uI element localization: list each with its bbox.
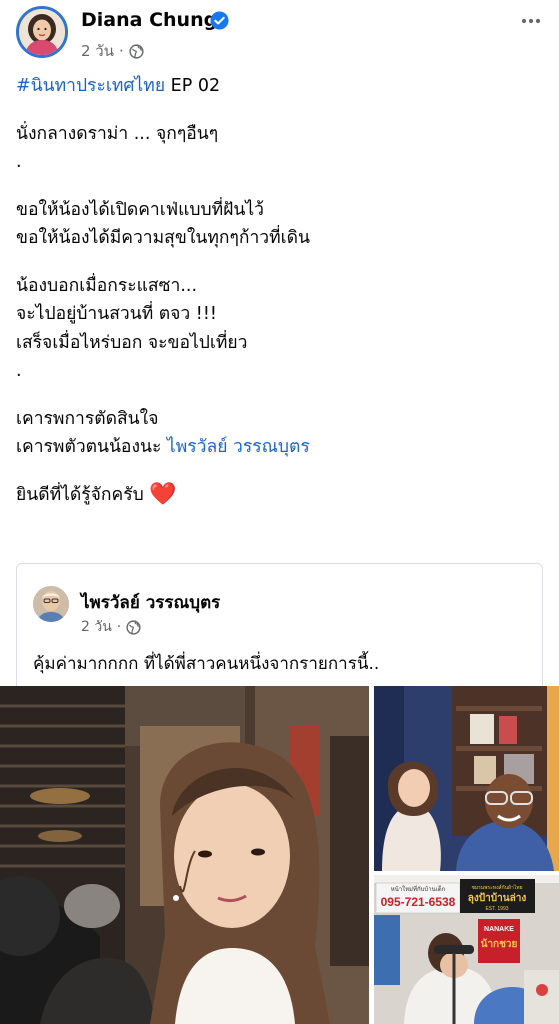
sign-nanake: NANAKE	[484, 926, 514, 933]
photo-main-selfie[interactable]	[0, 686, 369, 1024]
post-line: เสร็จเมื่อไหร่บอก จะขอไปเที่ยว	[16, 329, 546, 358]
post-text-segment: เคารพการตัดสินใจ	[16, 408, 159, 429]
post-text-segment: .	[16, 152, 22, 172]
sign-est: EST. 1993	[485, 906, 508, 912]
post-line: .	[16, 357, 546, 386]
photo-grid: หน้าใหม่ที่กับบ้านเด็ก 095-721-6538 ชมรม…	[0, 686, 559, 1024]
post-meta: 2 วัน ·	[81, 39, 144, 63]
post-line: #นินทาประเทศไทย EP 02	[16, 72, 546, 101]
post-text-segment: .	[16, 361, 22, 381]
post-text-segment: ยินดีที่ได้รู้จักครับ	[16, 484, 150, 505]
post-header: Diana Chung 2 วัน ·	[0, 0, 559, 66]
post-text-segment: ขอให้น้องได้เปิดคาเฟ่แบบที่ฝันไว้	[16, 199, 264, 220]
photo-duo-studio[interactable]	[374, 686, 559, 871]
post-text-segment: น้องบอกเมื่อกระแสซา...	[16, 275, 198, 296]
more-options-icon[interactable]	[520, 10, 542, 32]
post-text-segment: EP 02	[165, 76, 221, 96]
shared-post-meta: 2 วัน ·	[81, 616, 141, 638]
post-line: นั่งกลางดราม่า ... จุกๆอืนๆ	[16, 120, 546, 149]
post-text-segment: เคารพตัวตนน้องนะ	[16, 437, 167, 457]
post-time[interactable]: 2 วัน	[81, 39, 114, 63]
hashtag-link[interactable]: #นินทาประเทศไทย	[16, 76, 165, 96]
post-line: น้องบอกเมื่อกระแสซา...	[16, 272, 546, 301]
post-body: #นินทาประเทศไทย EP 02 นั่งกลางดราม่า ... …	[16, 72, 546, 509]
post-line: ยินดีที่ได้รู้จักครับ ❤️	[16, 481, 546, 510]
shared-post-time[interactable]: 2 วัน	[81, 616, 112, 638]
post-line: เคารพการตัดสินใจ	[16, 405, 546, 434]
meta-separator: ·	[119, 42, 124, 60]
post-line: .	[16, 148, 546, 177]
post-text-segment: นั่งกลางดราม่า ... จุกๆอืนๆ	[16, 123, 219, 144]
mention-link[interactable]: ไพรวัลย์ วรรณบุตร	[167, 437, 310, 457]
shared-author-avatar[interactable]	[33, 586, 69, 622]
shared-author-name[interactable]: ไพรวัลย์ วรรณบุตร	[81, 589, 220, 616]
svg-text:ชมรมพระหงส์กันผ้าไทย: ชมรมพระหงส์กันผ้าไทย	[471, 884, 522, 891]
globe-icon	[126, 619, 141, 635]
heart-emoji-icon: ❤️	[149, 481, 177, 507]
shared-post-card[interactable]: ไพรวัลย์ วรรณบุตร 2 วัน · คุ้มค่ามากกกก …	[16, 563, 543, 691]
post-line: จะไปอยู่บ้านสวนที่ ตจว !!!	[16, 300, 546, 329]
verified-badge-icon	[210, 11, 229, 30]
shared-post-text: คุ้มค่ามากกกก ที่ได้พี่สาวคนหนึ่งจากรายก…	[33, 654, 380, 674]
post-line: ขอให้น้องได้มีความสุขในทุกๆก้าวที่เดิน	[16, 224, 546, 253]
post-text-segment: เสร็จเมื่อไหร่บอก จะขอไปเที่ยว	[16, 332, 248, 353]
author-name[interactable]: Diana Chung	[81, 9, 217, 31]
globe-icon	[129, 43, 144, 59]
sign-nanake-sub: น้ากชวย	[481, 938, 518, 950]
photo-studio-sign[interactable]: หน้าใหม่ที่กับบ้านเด็ก 095-721-6538 ชมรม…	[374, 875, 559, 1024]
author-avatar[interactable]	[16, 6, 68, 58]
post-line: เคารพตัวตนน้องนะ ไพรวัลย์ วรรณบุตร	[16, 433, 546, 462]
post-text-segment: จะไปอยู่บ้านสวนที่ ตจว !!!	[16, 304, 217, 324]
post-text-segment: ขอให้น้องได้มีความสุขในทุกๆก้าวที่เดิน	[16, 228, 310, 248]
sign-phone: 095-721-6538	[381, 895, 456, 909]
meta-separator: ·	[116, 619, 122, 635]
sign-brand: ลุงป้าบ้านล่าง	[468, 892, 527, 904]
post-line: ขอให้น้องได้เปิดคาเฟ่แบบที่ฝันไว้	[16, 196, 546, 225]
